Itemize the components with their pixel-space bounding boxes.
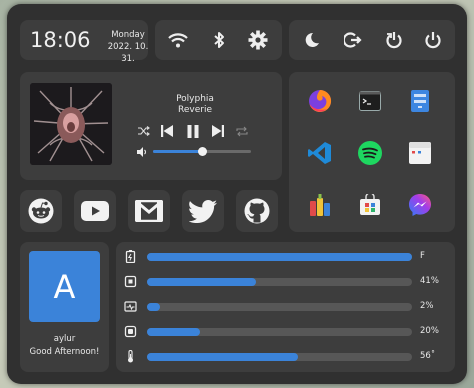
spotify-icon[interactable]: [357, 140, 383, 166]
memory-bar: [147, 303, 412, 311]
file-manager-icon[interactable]: [407, 88, 433, 114]
volume-knob[interactable]: [198, 147, 207, 156]
volume-level: [153, 150, 202, 153]
user-card: A aylur Good Afternoon!: [20, 242, 109, 372]
clock-card: 18:06 Monday 2022. 10. 31.: [20, 20, 148, 64]
stat-battery: F: [116, 249, 466, 265]
dashboard-panel: 18:06 Monday 2022. 10. 31. Polyphia Reve…: [7, 4, 467, 384]
stat-cpu: 41%: [116, 274, 466, 290]
battery-bar: [147, 253, 412, 261]
temperature-fill: [147, 353, 299, 361]
previous-icon[interactable]: [160, 124, 174, 138]
stat-memory: 2%: [116, 299, 466, 315]
user-name: aylur: [53, 334, 76, 344]
clock-weekday: Monday: [111, 30, 145, 40]
firefox-icon[interactable]: [307, 88, 333, 114]
twitter-button[interactable]: [182, 190, 224, 232]
clock-date: Monday 2022. 10. 31.: [105, 29, 151, 65]
power-icon[interactable]: [422, 29, 444, 51]
twitter-icon: [189, 199, 217, 223]
system-stats-card: F 41% 2% 20% 56˚: [116, 242, 455, 372]
memory-value: 2%: [420, 301, 434, 311]
track-title: Polyphia: [176, 94, 214, 104]
cpu-bar: [147, 278, 412, 286]
shuffle-icon[interactable]: [137, 124, 151, 138]
track-artist: Reverie: [178, 105, 212, 115]
album-cover: [30, 83, 112, 165]
next-icon[interactable]: [211, 124, 225, 138]
thermometer-icon: [124, 350, 137, 363]
terminal-icon[interactable]: [357, 88, 383, 114]
volume-slider[interactable]: [153, 147, 251, 156]
temperature-value: 56˚: [420, 351, 436, 361]
reddit-icon: [28, 198, 54, 224]
moon-icon[interactable]: [301, 29, 323, 51]
volume-icon[interactable]: [136, 146, 148, 158]
wifi-icon[interactable]: [167, 29, 189, 51]
github-icon: [244, 198, 270, 224]
app-launcher-card: [289, 72, 455, 232]
clock-full-date: 2022. 10. 31.: [107, 42, 149, 64]
disk-icon: [124, 325, 137, 338]
clock-time: 18:06: [30, 28, 91, 52]
disk-fill: [147, 328, 200, 336]
cpu-icon: [124, 275, 137, 288]
stat-disk: 20%: [116, 324, 466, 340]
power-card: [289, 20, 455, 60]
youtube-icon: [81, 201, 109, 221]
github-button[interactable]: [236, 190, 278, 232]
battery-value: F: [420, 251, 425, 261]
restart-icon[interactable]: [383, 29, 405, 51]
media-player-card: Polyphia Reverie: [20, 72, 282, 180]
gear-icon[interactable]: [247, 29, 269, 51]
memory-fill: [147, 303, 161, 311]
gmail-icon: [135, 200, 163, 222]
pause-icon[interactable]: [186, 124, 200, 138]
youtube-button[interactable]: [74, 190, 116, 232]
disk-value: 20%: [420, 326, 439, 336]
bluetooth-icon[interactable]: [208, 29, 230, 51]
memory-icon: [124, 300, 137, 313]
battery-fill: [147, 253, 412, 261]
quick-toggles-card: [155, 20, 282, 60]
gmail-button[interactable]: [128, 190, 170, 232]
battery-icon: [124, 250, 137, 263]
repeat-icon[interactable]: [235, 124, 249, 138]
temperature-bar: [147, 353, 412, 361]
stat-temperature: 56˚: [116, 349, 466, 365]
messenger-icon[interactable]: [407, 192, 433, 218]
store-icon[interactable]: [357, 192, 383, 218]
logout-icon[interactable]: [342, 29, 364, 51]
disk-bar: [147, 328, 412, 336]
cpu-value: 41%: [420, 276, 439, 286]
calendar-icon[interactable]: [407, 140, 433, 166]
user-greeting: Good Afternoon!: [29, 347, 100, 357]
vscode-icon[interactable]: [307, 140, 333, 166]
cpu-fill: [147, 278, 256, 286]
paint-icon[interactable]: [307, 192, 333, 218]
reddit-button[interactable]: [20, 190, 62, 232]
avatar[interactable]: A: [29, 251, 100, 322]
